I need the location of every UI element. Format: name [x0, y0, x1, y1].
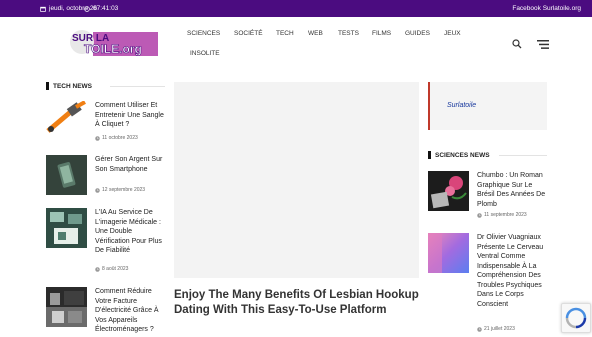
post-date-text: 11 septembre 2023 [484, 212, 527, 218]
post-date: 11 septembre 2023 [477, 212, 527, 218]
tech-news-heading: TECH NEWS [46, 82, 92, 90]
site-logo[interactable]: SUR LA TOILE.org [68, 27, 163, 59]
post-date: 11 octobre 2023 [95, 135, 138, 141]
post-thumbnail[interactable] [46, 101, 87, 135]
site-link-box: Surlatoile [428, 82, 547, 130]
divider [499, 155, 547, 156]
medical-imaging-image [46, 208, 87, 248]
post-thumbnail[interactable] [46, 155, 87, 195]
nav-item-sciences[interactable]: SCIENCES [187, 30, 220, 37]
nav-item-films[interactable]: FILMS [372, 30, 391, 37]
nav-item-insolite[interactable]: INSOLITE [190, 50, 220, 57]
clock-icon [477, 326, 482, 332]
sciences-news-title: SCIENCES NEWS [435, 151, 490, 159]
post-date-text: 21 juillet 2023 [484, 326, 515, 332]
svg-text:TOILE.org: TOILE.org [84, 42, 142, 56]
ratchet-strap-image [46, 101, 86, 133]
post-date: 21 juillet 2023 [477, 326, 515, 332]
post-title[interactable]: L'IA Au Service De L'imagerie Médicale :… [95, 208, 167, 256]
post-date-text: 11 octobre 2023 [102, 135, 138, 141]
post-thumbnail[interactable] [46, 287, 87, 327]
section-marker [428, 151, 431, 159]
kitchen-appliances-image [46, 287, 87, 327]
top-bar: jeudi, octobre 26 07:41:03 Facebook Surl… [0, 0, 592, 17]
post-date: 8 août 2023 [95, 266, 128, 272]
nav-item-tests[interactable]: TESTS [338, 30, 359, 37]
search-icon[interactable] [512, 39, 522, 49]
clock-icon [95, 187, 100, 193]
clock-icon [95, 266, 100, 272]
site-header: SUR LA TOILE.org SCIENCES SOCIÉTÉ TECH W… [0, 17, 592, 74]
clock-icon [477, 212, 482, 218]
nav-item-web[interactable]: WEB [308, 30, 323, 37]
section-marker [46, 82, 49, 90]
smartphone-image [46, 155, 87, 195]
graphic-novel-image [428, 171, 469, 211]
nav-item-tech[interactable]: TECH [276, 30, 294, 37]
time-display: 07:41:03 [84, 5, 118, 12]
calendar-icon [40, 6, 46, 12]
surlatoile-link[interactable]: Surlatoile [447, 102, 476, 109]
nav-item-societe[interactable]: SOCIÉTÉ [234, 30, 263, 37]
time-text: 07:41:03 [93, 5, 119, 12]
brain-abstract-image [428, 233, 469, 273]
post-title[interactable]: Comment Utiliser Et Entretenir Une Sangl… [95, 101, 167, 130]
hamburger-menu-icon[interactable] [537, 40, 549, 49]
post-title[interactable]: Chumbo : Un Roman Graphique Sur Le Brési… [477, 171, 549, 209]
post-thumbnail[interactable] [428, 233, 469, 273]
post-title[interactable]: Dr Olivier Vuagniaux Présente Le Cerveau… [477, 233, 549, 309]
divider [110, 86, 165, 87]
post-date-text: 8 août 2023 [102, 266, 129, 272]
nav-item-guides[interactable]: GUIDES [405, 30, 430, 37]
clock-icon [84, 5, 90, 12]
post-date-text: 12 septembre 2023 [102, 187, 146, 193]
featured-media-placeholder [174, 82, 419, 278]
post-thumbnail[interactable] [46, 208, 87, 248]
article-title[interactable]: Enjoy The Many Benefits Of Lesbian Hooku… [174, 288, 424, 318]
sciences-news-heading: SCIENCES NEWS [428, 151, 490, 159]
post-date: 12 septembre 2023 [95, 187, 145, 193]
facebook-link[interactable]: Facebook Surlatoile.org [512, 5, 581, 12]
post-thumbnail[interactable] [428, 171, 469, 211]
post-title[interactable]: Comment Réduire Votre Facture D'électric… [95, 287, 167, 335]
recaptcha-icon [565, 307, 587, 329]
tech-news-title: TECH NEWS [53, 82, 92, 90]
post-title[interactable]: Gérer Son Argent Sur Son Smartphone [95, 155, 167, 174]
nav-item-jeux[interactable]: JEUX [444, 30, 461, 37]
recaptcha-badge[interactable] [561, 303, 591, 333]
clock-icon [95, 135, 100, 141]
